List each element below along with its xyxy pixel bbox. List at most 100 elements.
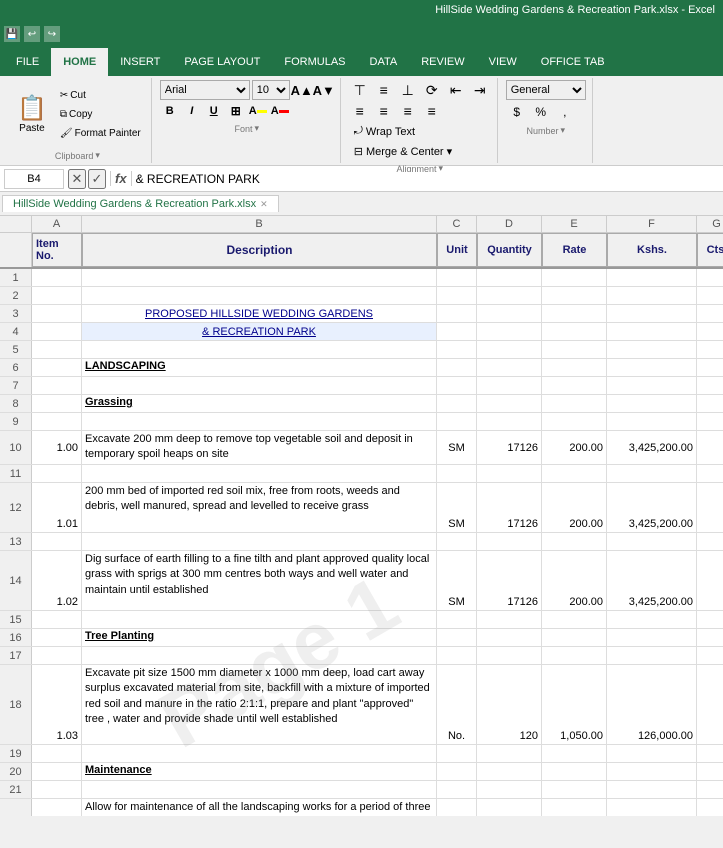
- paste-button[interactable]: 📋 Paste: [10, 86, 54, 142]
- cell-14a[interactable]: 1.02: [32, 551, 82, 610]
- cell-18c[interactable]: No.: [437, 665, 477, 744]
- indent-less-button[interactable]: ⇤: [445, 80, 467, 100]
- decrease-font-button[interactable]: A▼: [314, 80, 334, 100]
- cell-4d[interactable]: [477, 323, 542, 340]
- cell-12d[interactable]: 17126: [477, 483, 542, 532]
- cell-10a[interactable]: 1.00: [32, 431, 82, 464]
- cell-9c[interactable]: [437, 413, 477, 430]
- cell-13a[interactable]: [32, 533, 82, 550]
- cell-11d[interactable]: [477, 465, 542, 482]
- undo-button[interactable]: ↩: [24, 26, 40, 42]
- cell-9a[interactable]: [32, 413, 82, 430]
- clipboard-expand-icon[interactable]: ▾: [95, 150, 100, 161]
- cell-20d[interactable]: [477, 763, 542, 780]
- italic-button[interactable]: I: [182, 101, 202, 121]
- cell-14d[interactable]: 17126: [477, 551, 542, 610]
- number-expand-icon[interactable]: ▾: [560, 125, 565, 136]
- text-orient-button[interactable]: ⟳: [421, 80, 443, 100]
- cell-10g[interactable]: [697, 431, 723, 464]
- cell-21f[interactable]: [607, 781, 697, 798]
- cell-21a[interactable]: [32, 781, 82, 798]
- cell-8e[interactable]: [542, 395, 607, 412]
- cell-16d[interactable]: [477, 629, 542, 646]
- bold-button[interactable]: B: [160, 101, 180, 121]
- cell-15f[interactable]: [607, 611, 697, 628]
- cell-3a[interactable]: [32, 305, 82, 322]
- cell-5c[interactable]: [437, 341, 477, 358]
- tab-home[interactable]: HOME: [51, 48, 108, 76]
- cell-1g[interactable]: [697, 269, 723, 286]
- cell-9g[interactable]: [697, 413, 723, 430]
- cell-18a[interactable]: 1.03: [32, 665, 82, 744]
- cell-12a[interactable]: 1.01: [32, 483, 82, 532]
- border-button[interactable]: ⊞: [226, 101, 246, 121]
- cell-14g[interactable]: [697, 551, 723, 610]
- cell-quantity-header[interactable]: Quantity: [477, 233, 542, 267]
- cell-4a[interactable]: [32, 323, 82, 340]
- cell-8b[interactable]: Grassing: [82, 395, 437, 412]
- cell-19e[interactable]: [542, 745, 607, 762]
- cell-14b[interactable]: Dig surface of earth filling to a fine t…: [82, 551, 437, 610]
- cell-18d[interactable]: 120: [477, 665, 542, 744]
- cell-5f[interactable]: [607, 341, 697, 358]
- cell-21c[interactable]: [437, 781, 477, 798]
- tab-page-layout[interactable]: PAGE LAYOUT: [172, 48, 272, 76]
- cell-11g[interactable]: [697, 465, 723, 482]
- cell-19f[interactable]: [607, 745, 697, 762]
- cell-4g[interactable]: [697, 323, 723, 340]
- cell-1a[interactable]: [32, 269, 82, 286]
- comma-button[interactable]: ,: [554, 101, 576, 123]
- sheet-tab-close-icon[interactable]: ✕: [260, 199, 268, 210]
- cell-6f[interactable]: [607, 359, 697, 376]
- cell-13d[interactable]: [477, 533, 542, 550]
- cell-21e[interactable]: [542, 781, 607, 798]
- cell-8d[interactable]: [477, 395, 542, 412]
- tab-formulas[interactable]: FORMULAS: [272, 48, 357, 76]
- cell-8c[interactable]: [437, 395, 477, 412]
- wrap-text-button[interactable]: ⤾ Wrap Text: [349, 122, 420, 141]
- align-middle-button[interactable]: ≡: [373, 80, 395, 100]
- col-header-c[interactable]: C: [437, 216, 477, 232]
- align-top-button[interactable]: ⊤: [349, 80, 371, 100]
- cell-13g[interactable]: [697, 533, 723, 550]
- cell-7e[interactable]: [542, 377, 607, 394]
- copy-button[interactable]: ⧉ Copy: [56, 105, 145, 123]
- cell-2f[interactable]: [607, 287, 697, 304]
- cell-22c[interactable]: Item: [437, 799, 477, 816]
- cell-7f[interactable]: [607, 377, 697, 394]
- cell-rate-header[interactable]: Rate: [542, 233, 607, 267]
- cell-2d[interactable]: [477, 287, 542, 304]
- cell-12g[interactable]: [697, 483, 723, 532]
- cell-2b[interactable]: [82, 287, 437, 304]
- cell-17e[interactable]: [542, 647, 607, 664]
- cell-unit-header[interactable]: Unit: [437, 233, 477, 267]
- col-header-g[interactable]: G: [697, 216, 723, 232]
- percent-button[interactable]: %: [530, 101, 552, 123]
- cell-1c[interactable]: [437, 269, 477, 286]
- cell-2c[interactable]: [437, 287, 477, 304]
- cell-10e[interactable]: 200.00: [542, 431, 607, 464]
- cell-12c[interactable]: SM: [437, 483, 477, 532]
- cell-14c[interactable]: SM: [437, 551, 477, 610]
- cell-13c[interactable]: [437, 533, 477, 550]
- cell-19a[interactable]: [32, 745, 82, 762]
- cell-7c[interactable]: [437, 377, 477, 394]
- increase-font-button[interactable]: A▲: [292, 80, 312, 100]
- number-format-select[interactable]: General: [506, 80, 586, 100]
- align-center-button[interactable]: ≡: [373, 101, 395, 121]
- cell-15b[interactable]: [82, 611, 437, 628]
- align-left-button[interactable]: ≡: [349, 101, 371, 121]
- cell-20e[interactable]: [542, 763, 607, 780]
- cell-1f[interactable]: [607, 269, 697, 286]
- cell-21b[interactable]: [82, 781, 437, 798]
- formula-confirm-button[interactable]: ✓: [88, 169, 106, 189]
- formula-cancel-button[interactable]: ✕: [68, 169, 86, 189]
- cell-1b[interactable]: [82, 269, 437, 286]
- cell-kshs-header[interactable]: Kshs.: [607, 233, 697, 267]
- cell-2a[interactable]: [32, 287, 82, 304]
- cell-18f[interactable]: 126,000.00: [607, 665, 697, 744]
- cell-17b[interactable]: [82, 647, 437, 664]
- cut-button[interactable]: ✂ Cut: [56, 86, 145, 104]
- cell-17d[interactable]: [477, 647, 542, 664]
- cell-8f[interactable]: [607, 395, 697, 412]
